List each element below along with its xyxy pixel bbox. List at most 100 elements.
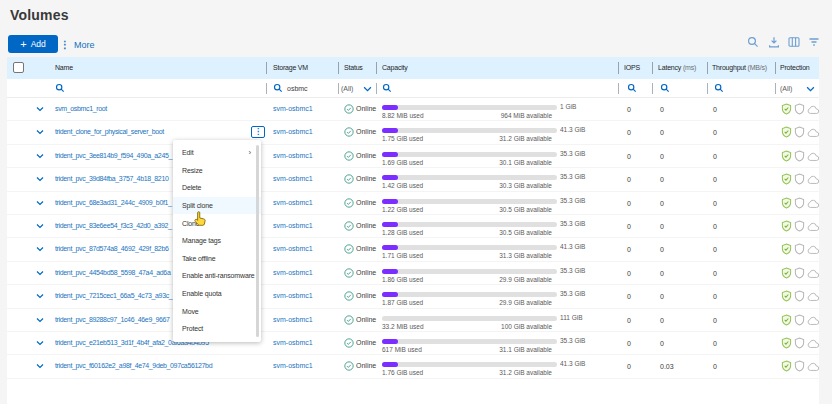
- volume-name-link[interactable]: trident_pvc_3ee814b9_f594_490a_a245_: [55, 152, 172, 159]
- menu-item-resize[interactable]: Resize: [173, 162, 261, 180]
- capacity-total: 35.3 GiB: [560, 150, 585, 157]
- status-online-icon: [344, 338, 354, 348]
- throughput-value: 0: [713, 223, 717, 230]
- status-online-icon: [344, 291, 354, 301]
- storage-vm-link[interactable]: svm-osbmc1: [273, 316, 313, 323]
- chevron-down-icon[interactable]: [36, 223, 44, 229]
- storage-vm-link[interactable]: svm-osbmc1: [273, 269, 313, 276]
- capacity-bar: [382, 292, 557, 297]
- table-row[interactable]: trident_pvc_68e3ad31_244c_4909_b0f1_ svm…: [7, 192, 819, 215]
- menu-item-split-clone[interactable]: Split clone: [173, 197, 261, 215]
- latency-filter-search-icon[interactable]: [660, 83, 670, 93]
- chevron-down-icon[interactable]: [36, 340, 44, 346]
- volume-name-link[interactable]: trident_pvc_87d574a8_4692_429f_82b6: [55, 245, 168, 252]
- status-filter-value[interactable]: (All): [341, 85, 353, 92]
- iops-filter-search-icon[interactable]: [627, 83, 637, 93]
- storage-vm-link[interactable]: svm-osbmc1: [273, 362, 313, 369]
- volume-name-link[interactable]: trident_pvc_f60162e2_a98f_4e74_9deb_097c…: [55, 362, 212, 369]
- table-row[interactable]: trident_pvc_89288c97_1c46_46e9_9667 svm-…: [7, 309, 819, 332]
- table-row[interactable]: trident_clone_for_physical_server_boot s…: [7, 121, 819, 144]
- columns-icon[interactable]: [788, 36, 800, 48]
- chevron-down-icon[interactable]: [36, 363, 44, 369]
- chevron-down-icon[interactable]: [36, 270, 44, 276]
- menu-item-enable-quota[interactable]: Enable quota: [173, 285, 261, 303]
- storage-vm-link[interactable]: svm-osbmc1: [273, 175, 313, 182]
- menu-item-move[interactable]: Move: [173, 302, 261, 320]
- chevron-down-icon[interactable]: [36, 153, 44, 159]
- filter-icon[interactable]: [808, 36, 820, 48]
- capacity-bar-fill: [382, 269, 398, 274]
- table-row[interactable]: trident_pvc_f60162e2_a98f_4e74_9deb_097c…: [7, 355, 819, 378]
- column-separator: [338, 83, 339, 94]
- volume-name-link[interactable]: svm_osbmc1_root: [55, 105, 107, 112]
- capacity-available: 964 MiB available: [382, 112, 552, 119]
- volume-name-link[interactable]: trident_clone_for_physical_server_boot: [55, 128, 164, 135]
- volume-name-link[interactable]: trident_pvc_68e3ad31_244c_4909_b0f1_: [55, 199, 172, 206]
- table-row[interactable]: trident_pvc_39d84fba_3757_4b18_8210 svm-…: [7, 168, 819, 191]
- chevron-down-icon[interactable]: [36, 106, 44, 112]
- table-row[interactable]: svm_osbmc1_root svm-osbmc1 Online 1 GiB …: [7, 98, 819, 121]
- row-actions-kebab-button[interactable]: ⋮: [251, 126, 265, 138]
- table-row[interactable]: trident_pvc_4454bd58_5598_47a4_ad6a svm-…: [7, 262, 819, 285]
- download-icon[interactable]: [768, 36, 780, 48]
- protection-icons: [781, 150, 820, 163]
- col-header-throughput[interactable]: Throughput (MB/s): [712, 64, 767, 71]
- capacity-bar: [382, 152, 557, 157]
- select-all-checkbox[interactable]: [13, 62, 24, 73]
- storage-vm-link[interactable]: svm-osbmc1: [273, 152, 313, 159]
- menu-scrollbar[interactable]: [256, 145, 259, 337]
- storage-vm-link[interactable]: svm-osbmc1: [273, 292, 313, 299]
- col-header-name[interactable]: Name: [55, 64, 73, 71]
- search-icon[interactable]: [747, 36, 759, 48]
- storage-vm-link[interactable]: svm-osbmc1: [273, 222, 313, 229]
- storage-vm-link[interactable]: svm-osbmc1: [273, 199, 313, 206]
- more-button[interactable]: ⋮ More: [60, 37, 95, 52]
- volume-name-link[interactable]: trident_pvc_7215cec1_66a5_4c73_a93c_: [55, 292, 172, 299]
- protection-filter-value[interactable]: (All): [780, 85, 792, 92]
- menu-item-clone[interactable]: Clone: [173, 214, 261, 232]
- col-header-storage-vm[interactable]: Storage VM: [273, 64, 308, 71]
- chevron-down-icon[interactable]: [36, 246, 44, 252]
- storage-vm-link[interactable]: svm-osbmc1: [273, 128, 313, 135]
- protection-filter-chevron-icon[interactable]: [806, 86, 815, 92]
- chevron-down-icon[interactable]: [36, 176, 44, 182]
- volume-name-link[interactable]: trident_pvc_89288c97_1c46_46e9_9667: [55, 316, 170, 323]
- menu-item-edit[interactable]: Edit›: [173, 144, 261, 162]
- name-filter-search-icon[interactable]: [55, 83, 65, 93]
- table-row[interactable]: trident_pvc_3ee814b9_f594_490a_a245_ svm…: [7, 145, 819, 168]
- table-row[interactable]: trident_pvc_7215cec1_66a5_4c73_a93c_ svm…: [7, 285, 819, 308]
- add-button[interactable]: + Add: [8, 35, 58, 53]
- context-menu: Edit›ResizeDeleteSplit cloneCloneManage …: [173, 140, 261, 342]
- menu-item-enable-anti-ransomware[interactable]: Enable anti-ransomware: [173, 267, 261, 285]
- capacity-available: 100 GiB available: [382, 323, 552, 330]
- col-header-iops[interactable]: IOPS: [624, 64, 640, 71]
- col-header-capacity[interactable]: Capacity: [382, 64, 408, 71]
- column-separator: [775, 83, 776, 94]
- table-row[interactable]: trident_pvc_e21eb513_3d1f_4b4f_afa2_0af6…: [7, 332, 819, 355]
- storage-vm-link[interactable]: svm-osbmc1: [273, 339, 313, 346]
- col-header-latency[interactable]: Latency (ms): [658, 64, 696, 71]
- volume-name-link[interactable]: trident_pvc_83e6ee54_f3c3_42d0_a392_: [55, 222, 172, 229]
- storage-vm-link[interactable]: svm-osbmc1: [273, 245, 313, 252]
- volume-name-link[interactable]: trident_pvc_39d84fba_3757_4b18_8210: [55, 175, 168, 182]
- chevron-down-icon[interactable]: [36, 200, 44, 206]
- menu-item-protect[interactable]: Protect: [173, 320, 261, 338]
- chevron-down-icon[interactable]: [36, 129, 44, 135]
- storage-vm-link[interactable]: svm-osbmc1: [273, 105, 313, 112]
- capacity-bar-fill: [382, 152, 398, 157]
- table-row[interactable]: trident_pvc_83e6ee54_f3c3_42d0_a392_ svm…: [7, 215, 819, 238]
- chevron-down-icon[interactable]: [36, 293, 44, 299]
- table-row[interactable]: trident_pvc_87d574a8_4692_429f_82b6 svm-…: [7, 238, 819, 261]
- capacity-filter-search-icon[interactable]: [382, 83, 392, 93]
- col-header-status[interactable]: Status: [344, 64, 363, 71]
- menu-item-take-offline[interactable]: Take offline: [173, 250, 261, 268]
- chevron-down-icon[interactable]: [36, 317, 44, 323]
- svm-filter-search-icon[interactable]: [273, 83, 283, 93]
- col-header-protection[interactable]: Protection: [780, 64, 810, 71]
- throughput-filter-search-icon[interactable]: [714, 83, 724, 93]
- status-filter-chevron-icon[interactable]: [363, 86, 372, 92]
- menu-item-manage-tags[interactable]: Manage tags: [173, 232, 261, 250]
- menu-item-delete[interactable]: Delete: [173, 179, 261, 197]
- volume-name-link[interactable]: trident_pvc_4454bd58_5598_47a4_ad6a: [55, 269, 170, 276]
- svm-filter-value[interactable]: osbmc: [287, 85, 308, 92]
